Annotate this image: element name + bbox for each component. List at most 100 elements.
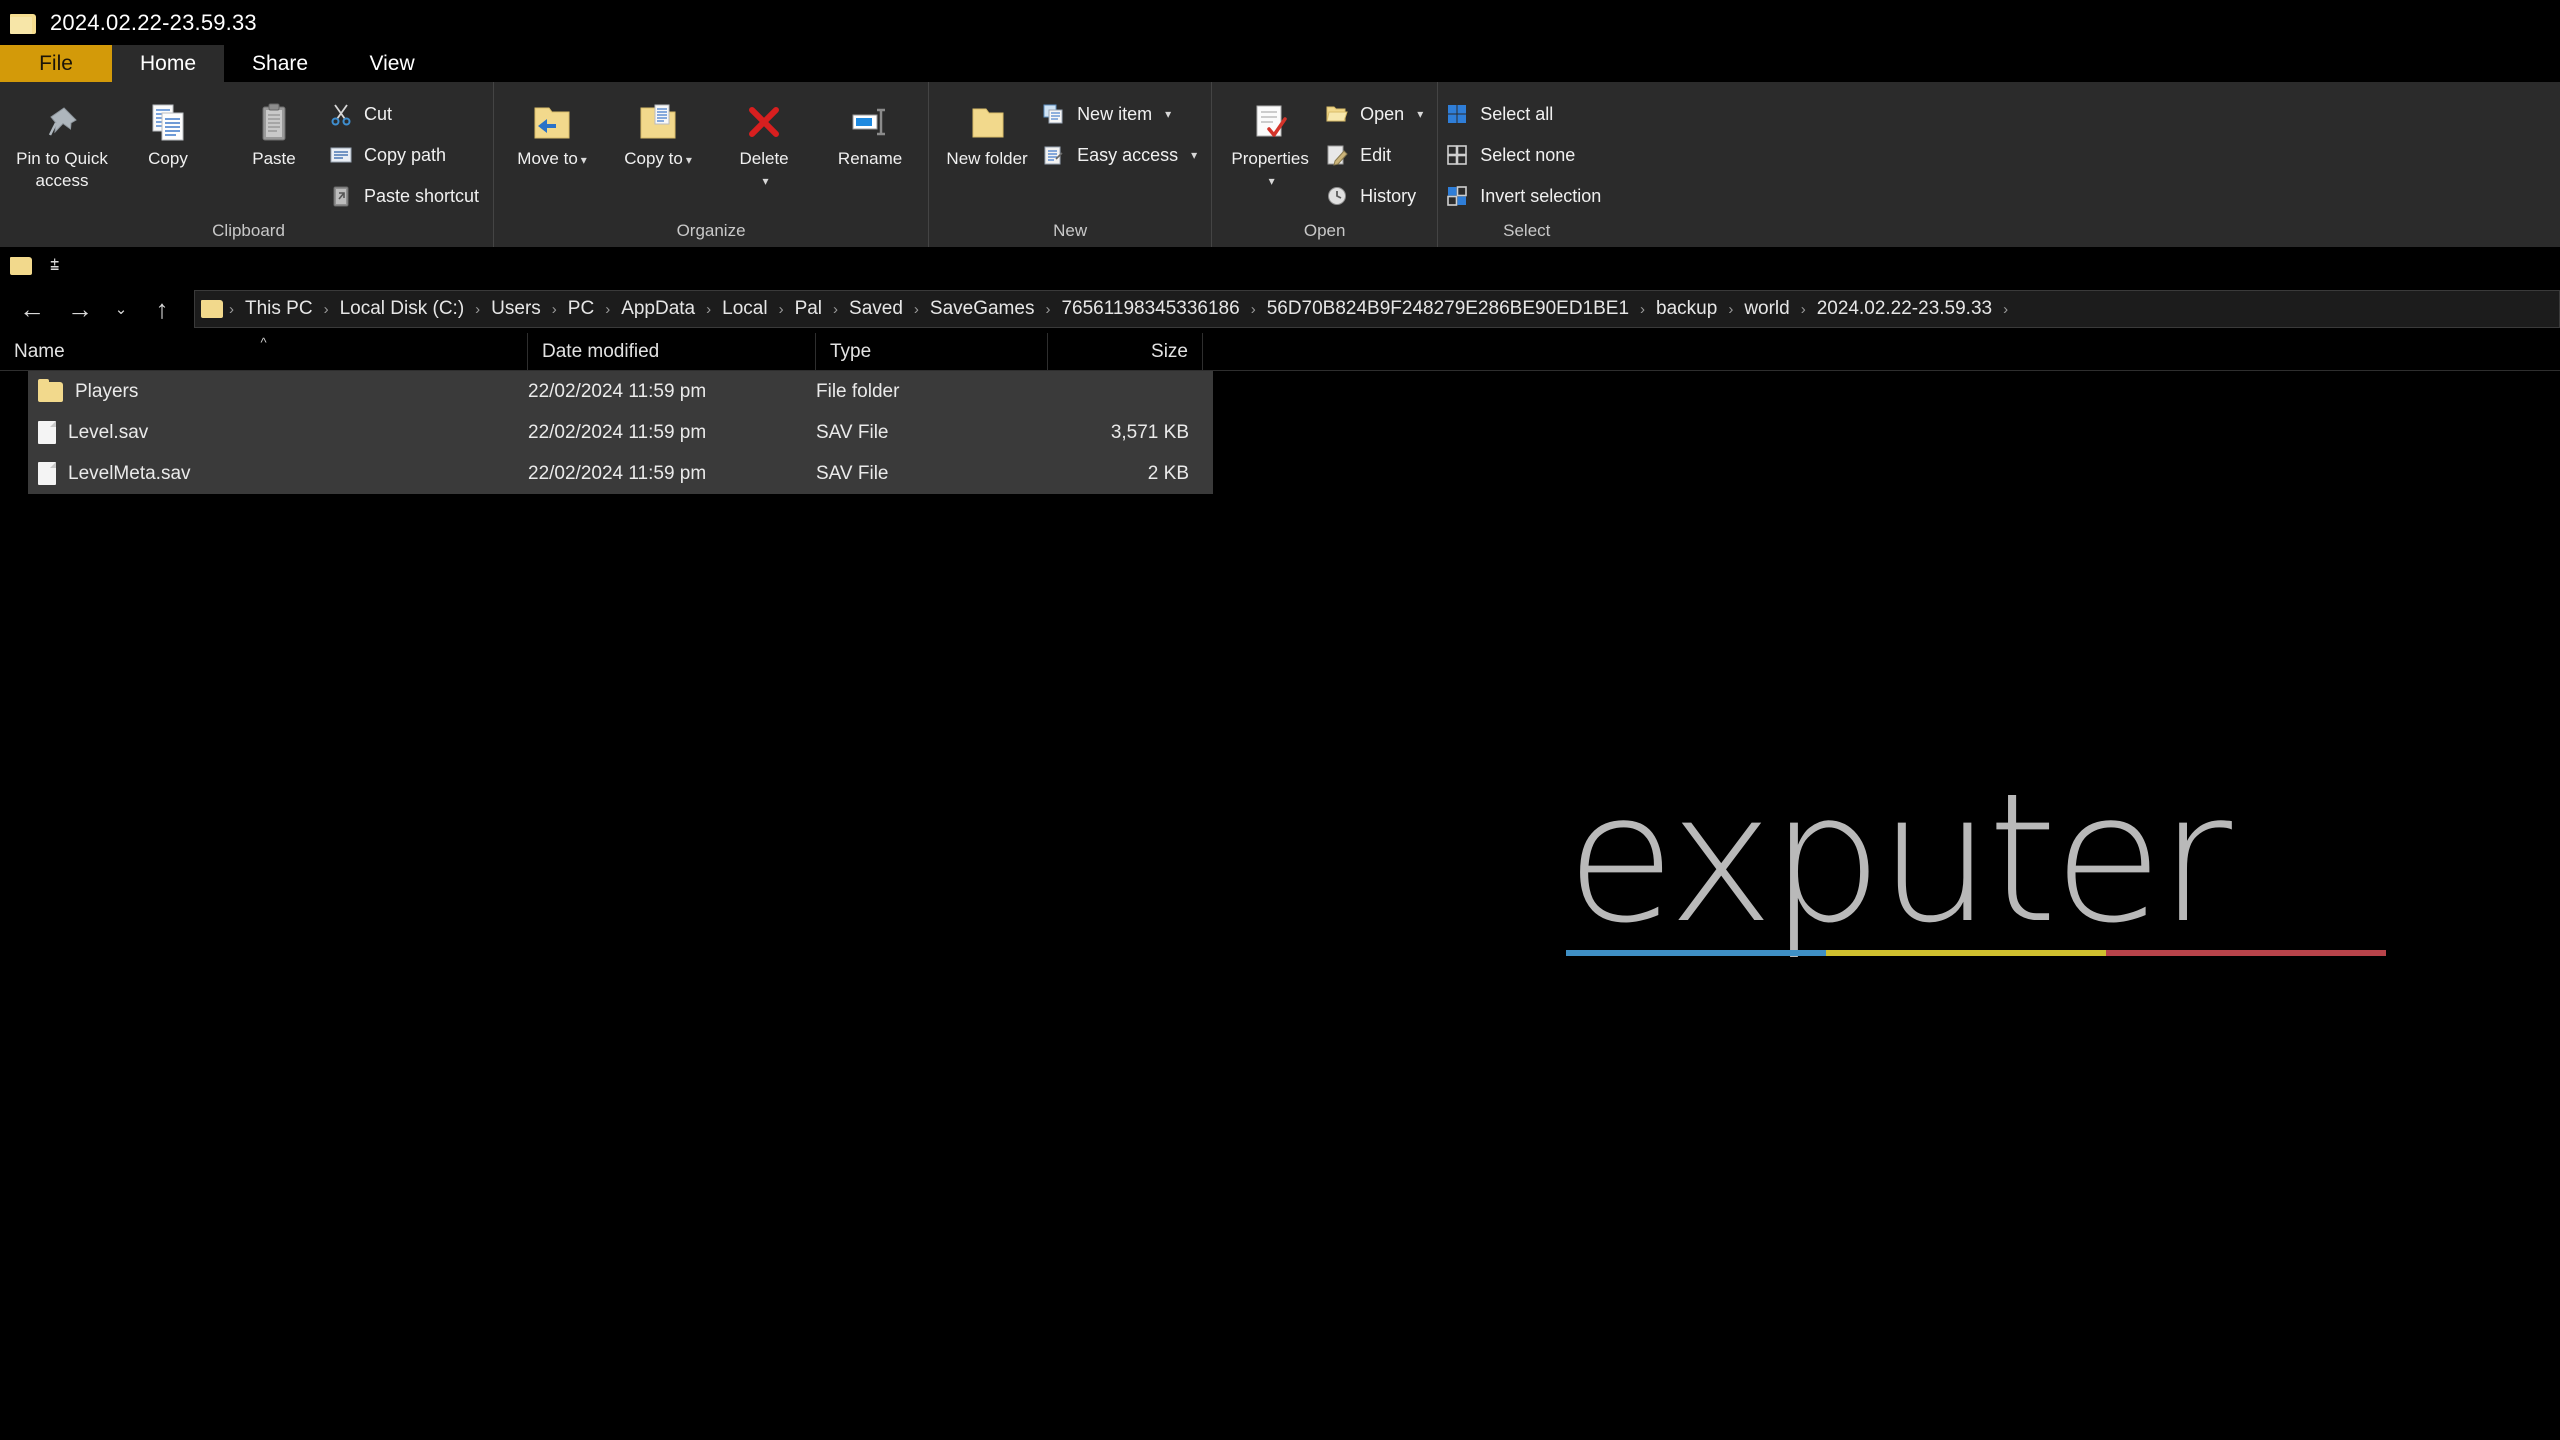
- cut-button[interactable]: Cut: [328, 96, 487, 132]
- easy-access-icon: [1041, 142, 1067, 168]
- folder-icon[interactable]: [10, 257, 32, 275]
- table-row[interactable]: LevelMeta.sav 22/02/2024 11:59 pm SAV Fi…: [28, 453, 1213, 494]
- column-header-name-label: Name: [14, 340, 65, 362]
- exputer-watermark: exputer: [1566, 770, 2406, 956]
- delete-x-icon: [743, 96, 785, 148]
- address-bar: ← → ⌄ ↑ › This PC › Local Disk (C:) › Us…: [0, 285, 2560, 333]
- file-list[interactable]: Players 22/02/2024 11:59 pm File folder …: [0, 371, 2560, 494]
- breadcrumb-item-steamid[interactable]: 76561198345336186: [1052, 298, 1248, 320]
- column-header-size-label: Size: [1151, 340, 1188, 362]
- delete-button[interactable]: Delete ▾: [712, 92, 816, 192]
- ribbon-group-label-organize: Organize: [676, 221, 746, 240]
- new-folder-button[interactable]: New folder: [935, 92, 1039, 170]
- paste-shortcut-label: Paste shortcut: [364, 185, 480, 206]
- column-header-type[interactable]: Type: [816, 333, 1048, 370]
- breadcrumb-item-appdata[interactable]: AppData: [612, 298, 704, 320]
- breadcrumb-item-local[interactable]: Local: [713, 298, 776, 320]
- copy-icon: [147, 96, 189, 148]
- open-small-commands: Open ▾ Edit History: [1324, 92, 1431, 214]
- table-row[interactable]: Players 22/02/2024 11:59 pm File folder: [28, 371, 1213, 412]
- copy-to-button[interactable]: Copy to ▾: [606, 92, 710, 171]
- easy-access-button[interactable]: Easy access ▾: [1041, 137, 1205, 173]
- move-to-button[interactable]: Move to ▾: [500, 92, 604, 171]
- invert-selection-icon: [1444, 183, 1470, 209]
- ribbon-group-new: New folder New item ▾ Easy access ▾ New: [928, 82, 1211, 247]
- table-row[interactable]: Level.sav 22/02/2024 11:59 pm SAV File 3…: [28, 412, 1213, 453]
- ribbon-group-select: Select all Select none Invert selection …: [1437, 82, 1615, 247]
- back-arrow-icon[interactable]: ←: [8, 289, 56, 329]
- new-item-button[interactable]: New item ▾: [1041, 96, 1205, 132]
- tab-file[interactable]: File: [0, 45, 112, 82]
- breadcrumb-item-local-disk[interactable]: Local Disk (C:): [331, 298, 474, 320]
- column-header-name[interactable]: ^ Name: [0, 333, 528, 370]
- column-header-type-label: Type: [830, 340, 872, 362]
- chevron-down-icon[interactable]: ▾: [1165, 107, 1171, 121]
- edit-button[interactable]: Edit: [1324, 137, 1431, 173]
- breadcrumb[interactable]: › This PC › Local Disk (C:) › Users › PC…: [194, 290, 2560, 328]
- column-headers: ^ Name Date modified Type Size: [0, 333, 2560, 371]
- breadcrumb-item-worldid[interactable]: 56D70B824B9F248279E286BE90ED1BE1: [1258, 298, 1638, 320]
- chevron-down-icon[interactable]: ▾: [1191, 148, 1197, 162]
- open-label: Open: [1360, 103, 1405, 124]
- file-icon: [38, 421, 56, 444]
- select-none-label: Select none: [1480, 144, 1576, 165]
- copy-label: Copy: [148, 149, 188, 168]
- select-all-button[interactable]: Select all: [1444, 96, 1609, 132]
- ribbon-tab-bar: File Home Share View: [0, 45, 2560, 82]
- window-title: 2024.02.22-23.59.33: [50, 9, 257, 35]
- tab-home[interactable]: Home: [112, 45, 225, 82]
- chevron-down-icon[interactable]: ▾: [763, 170, 769, 192]
- breadcrumb-separator: ›: [551, 300, 557, 318]
- breadcrumb-item-saved[interactable]: Saved: [840, 298, 912, 320]
- breadcrumb-item-timestamp[interactable]: 2024.02.22-23.59.33: [1808, 298, 2001, 320]
- scissors-icon: [328, 101, 354, 127]
- select-all-label: Select all: [1480, 103, 1554, 124]
- tab-share[interactable]: Share: [224, 45, 336, 82]
- breadcrumb-separator: ›: [778, 300, 784, 318]
- breadcrumb-item-this-pc[interactable]: This PC: [236, 298, 322, 320]
- copy-button[interactable]: Copy: [116, 92, 220, 170]
- column-header-date-modified[interactable]: Date modified: [528, 333, 816, 370]
- forward-arrow-icon[interactable]: →: [56, 289, 104, 329]
- history-button[interactable]: History: [1324, 178, 1431, 214]
- breadcrumb-item-users[interactable]: Users: [482, 298, 550, 320]
- chevron-down-icon[interactable]: ▾: [1417, 107, 1423, 121]
- breadcrumb-item-pal[interactable]: Pal: [786, 298, 831, 320]
- paste-shortcut-button[interactable]: Paste shortcut: [328, 178, 487, 214]
- paste-icon: [254, 96, 294, 148]
- copy-path-button[interactable]: Copy path: [328, 137, 487, 173]
- file-name-cell: Level.sav: [28, 412, 528, 453]
- ribbon-group-clipboard: Pin to Quick access Copy Paste Cut Copy …: [4, 82, 493, 247]
- chevron-down-icon[interactable]: ▾: [1269, 170, 1275, 192]
- rename-button[interactable]: Rename: [818, 92, 922, 170]
- chevron-down-icon[interactable]: ⩲: [50, 257, 59, 275]
- breadcrumb-item-savegames[interactable]: SaveGames: [921, 298, 1044, 320]
- column-header-size[interactable]: Size: [1048, 333, 1203, 370]
- breadcrumb-item-backup[interactable]: backup: [1647, 298, 1726, 320]
- paste-button[interactable]: Paste: [222, 92, 326, 170]
- folder-icon: [38, 378, 63, 402]
- file-type-cell: SAV File: [816, 421, 889, 443]
- chevron-down-icon[interactable]: ▾: [581, 153, 587, 167]
- open-button[interactable]: Open ▾: [1324, 96, 1431, 132]
- breadcrumb-separator: ›: [1800, 300, 1806, 318]
- copy-to-icon: [636, 96, 680, 148]
- rename-label: Rename: [837, 149, 903, 168]
- properties-button[interactable]: Properties ▾: [1218, 92, 1322, 192]
- new-folder-icon: [966, 96, 1008, 148]
- up-arrow-icon[interactable]: ↑: [138, 289, 186, 329]
- move-to-label: Move to: [517, 149, 578, 168]
- recent-locations-caret-icon[interactable]: ⌄: [104, 289, 138, 329]
- breadcrumb-item-world[interactable]: world: [1735, 298, 1798, 320]
- new-folder-label: New folder: [946, 149, 1028, 168]
- pin-to-quick-access-button[interactable]: Pin to Quick access: [10, 92, 114, 192]
- title-bar: 2024.02.22-23.59.33: [0, 0, 2560, 45]
- watermark-rules: [1566, 950, 2406, 956]
- invert-selection-button[interactable]: Invert selection: [1444, 178, 1609, 214]
- file-size-cell: [1048, 371, 1193, 412]
- chevron-down-icon[interactable]: ▾: [686, 153, 692, 167]
- breadcrumb-separator: ›: [913, 300, 919, 318]
- breadcrumb-item-pc[interactable]: PC: [559, 298, 603, 320]
- select-none-button[interactable]: Select none: [1444, 137, 1609, 173]
- tab-view[interactable]: View: [336, 45, 448, 82]
